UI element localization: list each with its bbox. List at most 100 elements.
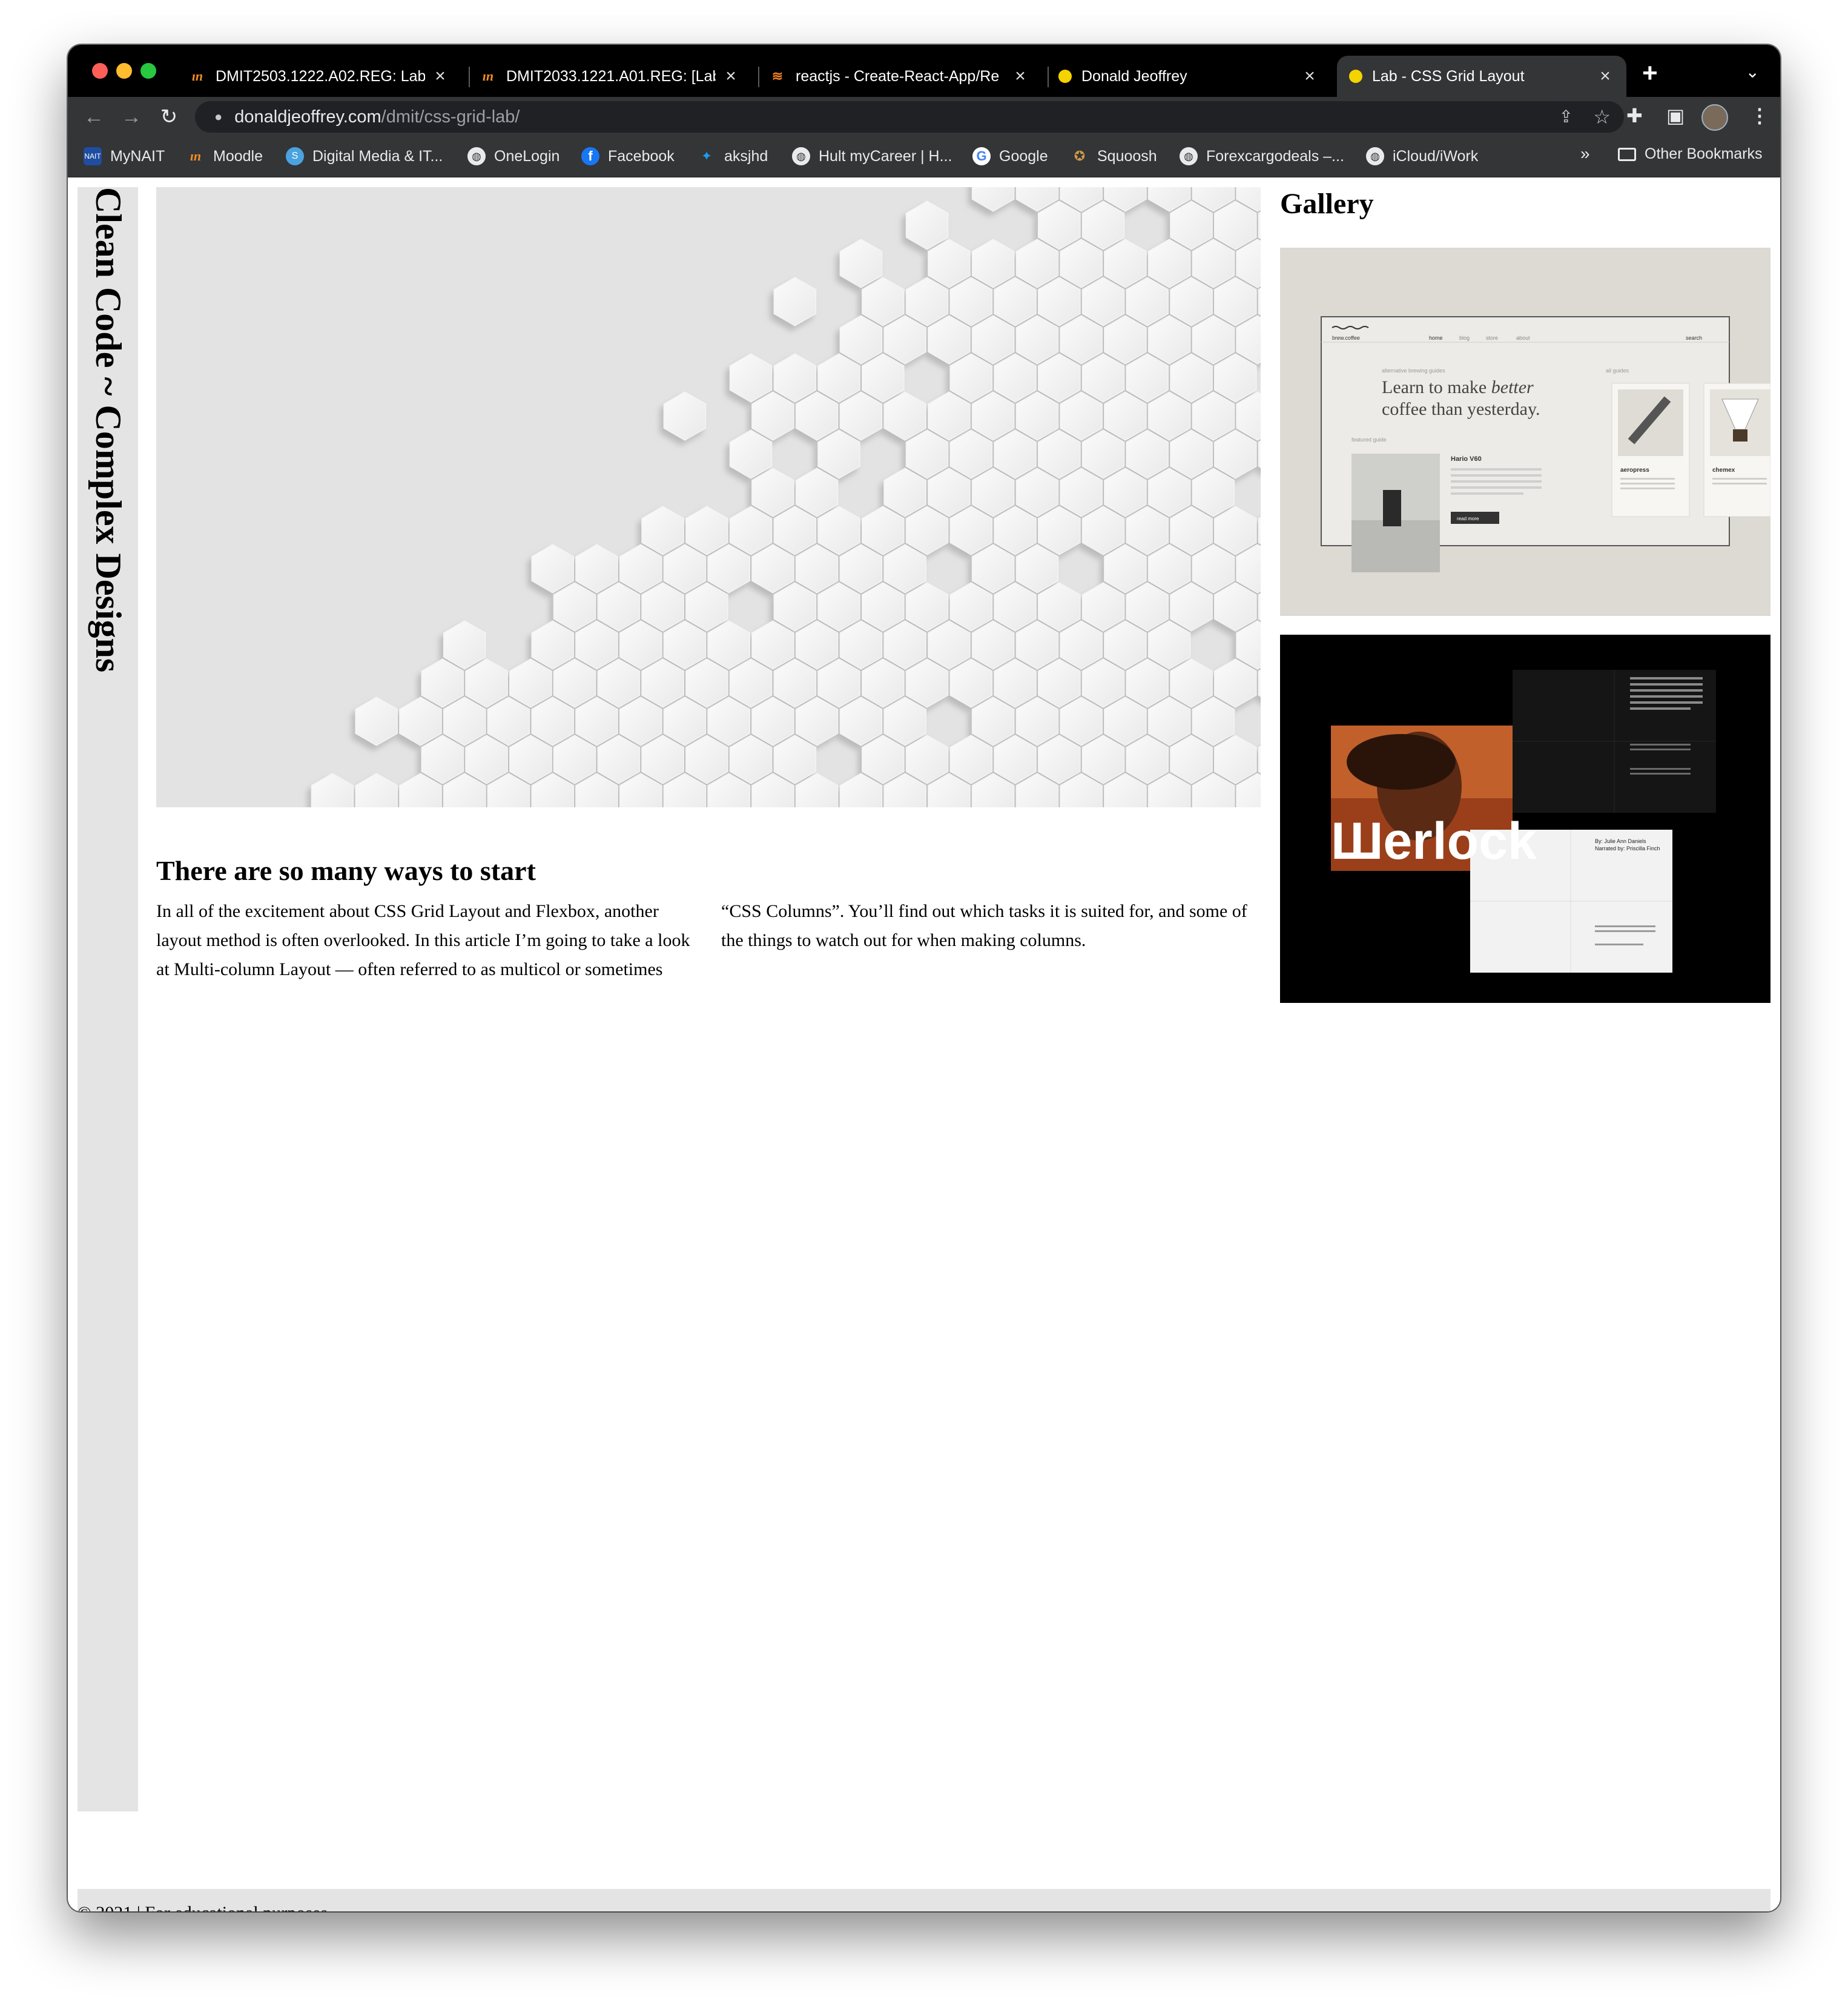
digital-media-icon: S [286,147,304,165]
hexagon-tile [729,429,773,479]
bookmark-label: aksjhd [724,147,768,165]
hexagon-tile [1081,200,1125,250]
new-tab-button[interactable]: + [1642,58,1658,88]
tab-title: reactjs - Create-React-App/Re [796,67,1000,85]
reload-icon[interactable]: ↻ [155,103,183,131]
hexagon-tile [619,620,662,670]
hexagon-tile [355,773,398,807]
hexagon-tile [773,353,817,403]
bookmark-icloud[interactable]: ◍ iCloud/iWork [1366,145,1478,167]
hexagon-tile [1170,506,1213,555]
close-tab-icon[interactable]: × [1011,66,1029,87]
hexagon-tile [971,315,1015,365]
back-arrow-icon[interactable]: ← [80,103,108,131]
hexagon-tile [1015,315,1059,365]
address-bar[interactable]: ● donaldjeoffrey.com/dmit/css-grid-lab/ … [195,101,1624,133]
hexagon-tile [1081,735,1125,784]
hexagon-tile [443,620,486,670]
bookmark-hult[interactable]: ◍ Hult myCareer | H... [792,145,952,167]
bookmark-facebook[interactable]: f Facebook [581,145,675,167]
hexagon-tile [751,468,794,517]
minimize-window-button[interactable] [116,63,132,79]
gallery-image-brew-coffee: brew.coffee home blog store about search… [1280,248,1770,616]
web-page: Clean Code ~ Complex Designs There are s… [68,177,1780,1911]
hexagon-tile [1104,696,1147,746]
hexagon-tile [1126,429,1169,479]
close-tab-icon[interactable]: × [1596,66,1614,87]
mockup-nav-home: home [1429,335,1443,341]
close-window-button[interactable] [92,63,108,79]
hexagon-tile [883,468,926,517]
forward-arrow-icon[interactable]: → [117,103,145,131]
folder-icon [1618,147,1636,161]
hexagon-tile [751,544,794,594]
hexagon-tile [1192,239,1235,288]
extensions-puzzle-icon[interactable]: ✚ [1626,104,1643,127]
mockup-nav-store: store [1486,335,1498,341]
hexagon-tile [575,696,618,746]
hexagon-tile [839,620,883,670]
side-panel-icon[interactable]: ▣ [1666,104,1685,127]
mockup-nav-blog: blog [1459,335,1470,341]
bookmark-moodle[interactable]: ın Moodle [186,145,263,167]
mockup-all-guides: all guides [1606,368,1629,374]
share-icon[interactable]: ⇪ [1559,107,1573,127]
hexagon-tile [773,582,817,632]
hexagon-tile [905,429,949,479]
hexagon-tile [509,735,552,784]
close-tab-icon[interactable]: × [1301,66,1319,87]
tab-donald-jeoffrey[interactable]: Donald Jeoffrey × [1046,56,1331,97]
hexagon-tile [1037,582,1081,632]
tab-search-chevron-icon[interactable]: ⌄ [1746,62,1760,82]
hexagon-tile [971,239,1015,288]
bookmark-mynait[interactable]: NAIT MyNAIT [84,145,165,167]
hexagon-tile [1126,353,1169,403]
bookmarks-overflow-button[interactable]: » [1580,144,1590,164]
hexagon-tile [994,582,1037,632]
tab-dmit2503[interactable]: ın DMIT2503.1222.A02.REG: Lab × [177,56,461,97]
svg-text:Learn to make better: Learn to make better [1382,377,1534,397]
hexagon-tile [883,391,926,441]
hexagon-tile [729,506,773,555]
tab-css-grid-lab[interactable]: Lab - CSS Grid Layout × [1337,56,1626,97]
hexagon-tile [597,582,641,632]
mockup-credit-2: Narrated by: Priscilla Finch [1595,845,1660,852]
bookmark-onelogin[interactable]: ◍ OneLogin [467,145,559,167]
tab-reactjs[interactable]: ≋ reactjs - Create-React-App/Re × [757,56,1041,97]
profile-avatar[interactable] [1701,104,1728,131]
close-tab-icon[interactable]: × [431,66,449,87]
hexagon-tile [641,735,684,784]
gallery-heading: Gallery [1280,188,1374,220]
hexagon-tile [1037,735,1081,784]
close-tab-icon[interactable]: × [722,66,740,87]
hexagon-tile [1104,468,1147,517]
browser-menu-icon[interactable]: ⋮ [1750,104,1769,127]
hexagon-tile [1126,658,1169,708]
hexagon-tile [355,696,398,746]
hexagon-tile [949,735,993,784]
hexagon-tile [1081,658,1125,708]
hexagon-tile [641,582,684,632]
hexagon-tile [1213,200,1257,250]
bookmark-label: iCloud/iWork [1393,147,1479,165]
hexagon-tile [1060,696,1103,746]
hexagon-tile [862,506,905,555]
bookmark-aksjhd[interactable]: ✦ aksjhd [698,145,768,167]
bookmark-forexcargodeals[interactable]: ◍ Forexcargodeals –... [1180,145,1344,167]
other-bookmarks-folder[interactable]: Other Bookmarks [1618,145,1763,163]
tab-dmit2033[interactable]: ın DMIT2033.1221.A01.REG: [Lab × [467,56,752,97]
nait-moodle-icon: ın [191,68,203,84]
hexagon-tile [817,658,860,708]
facebook-icon: f [581,147,599,165]
hexagon-tile [905,200,949,250]
hexagon-tile [729,353,773,403]
bookmark-google[interactable]: G Google [972,145,1048,167]
bookmark-digital-media[interactable]: S Digital Media & IT... [286,145,443,167]
bookmark-label: Digital Media & IT... [312,147,443,165]
hexagon-tile [949,353,993,403]
bookmark-squoosh[interactable]: ✪ Squoosh [1071,145,1157,167]
zoom-window-button[interactable] [140,63,156,79]
bookmark-star-icon[interactable]: ☆ [1593,105,1611,128]
bookmark-label: OneLogin [494,147,560,165]
hexagon-tile [817,506,860,555]
